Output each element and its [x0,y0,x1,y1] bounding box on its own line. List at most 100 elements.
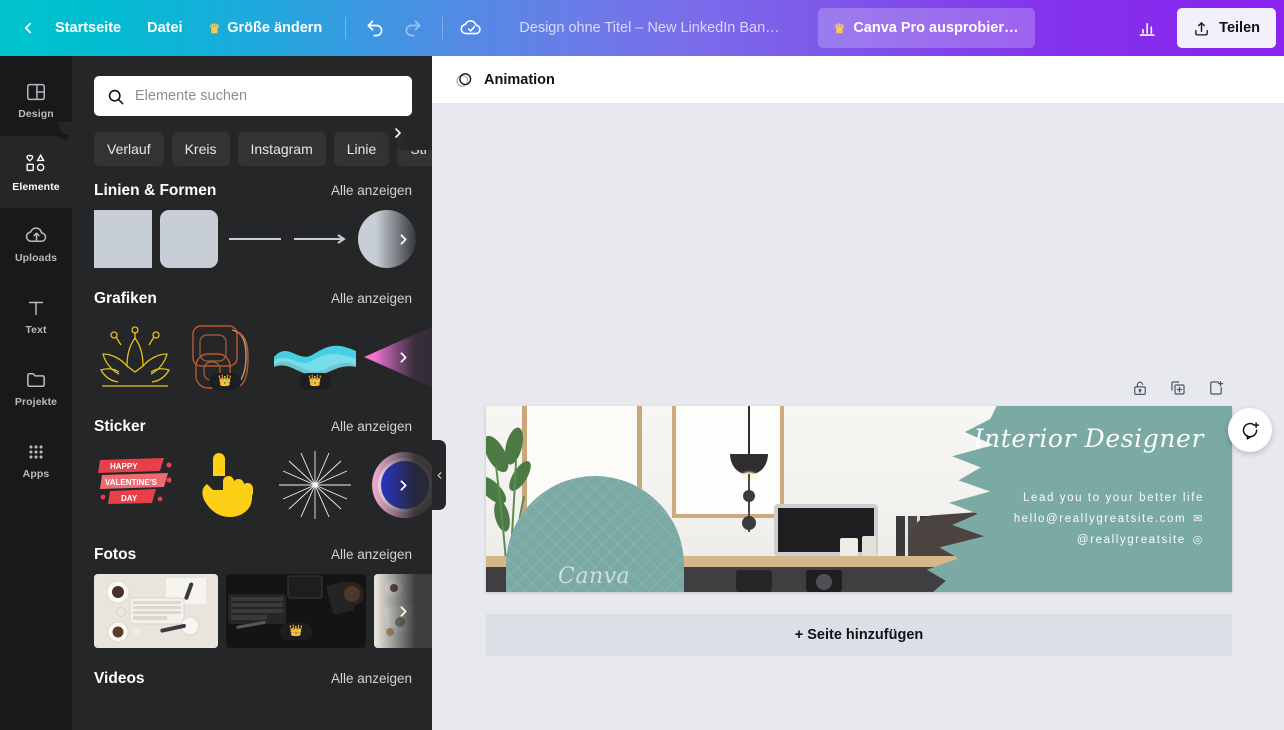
section-row-fotos: 👑 [72,574,432,648]
design-tagline: Lead you to your better life [1023,492,1204,504]
share-label: Teilen [1219,20,1260,36]
canva-watermark: Canva [558,564,631,589]
file-label: Datei [147,20,183,36]
resize-label: Größe ändern [227,20,323,36]
top-bar: Startseite Datei ♛ Größe ändern Design o… [0,0,1284,56]
sidebar-item-uploads[interactable]: Uploads [0,208,72,280]
next-button-lines-shapes[interactable] [390,226,416,252]
see-all-sticker[interactable]: Alle anzeigen [331,419,412,434]
element-tile-lotus-line-art[interactable] [94,318,176,396]
chips-next-button[interactable] [386,121,410,145]
next-button-grafiken[interactable] [390,344,416,370]
element-tile-photo-light-desk[interactable] [94,574,218,648]
chip-verlauf[interactable]: Verlauf [94,132,164,166]
top-bar-right-group: Teilen [1129,8,1276,48]
section-title: Sticker [94,418,146,435]
next-button-fotos[interactable] [390,598,416,624]
undo-button[interactable] [358,11,392,45]
next-button-sticker[interactable] [390,472,416,498]
share-button[interactable]: Teilen [1177,8,1276,48]
document-title[interactable]: Design ohne Titel – New LinkedIn Ban… [509,13,789,43]
search-box[interactable] [94,76,412,116]
sidebar-item-label: Uploads [14,252,58,264]
sidebar-item-projekte[interactable]: Projekte [0,352,72,424]
add-page-label: + Seite hinzufügen [794,627,924,643]
pro-badge: 👑 [280,622,312,640]
try-canva-pro-button[interactable]: ♛ Canva Pro ausprobier… [817,8,1035,48]
lock-page-button[interactable] [1125,373,1155,403]
pendant-lamp-joint-1 [743,490,755,502]
chevron-right-icon [400,605,406,617]
section-header-sticker: Sticker Alle anzeigen [72,418,432,436]
chevron-left-icon [24,22,32,34]
redo-button[interactable] [396,11,430,45]
photo-light-desk [94,574,218,648]
sidebar-item-apps[interactable]: Apps [0,424,72,496]
element-tile-photo-dark-desk[interactable]: 👑 [226,574,366,648]
add-page-bar[interactable]: + Seite hinzufügen [486,614,1232,656]
chevron-right-icon [395,128,401,138]
element-tile-blue-wave[interactable]: 👑 [274,318,356,396]
element-tile-scribble-doodle[interactable]: 👑 [184,318,266,396]
sparkle-burst-icon [279,451,351,519]
home-label: Startseite [55,20,122,36]
resize-button[interactable]: ♛ Größe ändern [196,11,336,45]
element-tile-valentines-banner[interactable]: HAPPY VALENTINE'S DAY [94,446,176,524]
cloud-save-status[interactable] [455,11,489,45]
speaker-bottom-right-cone [816,574,832,590]
add-comment-button[interactable] [1228,408,1272,452]
left-rail: Design Elemente Uploads Text Projekte Ap… [0,56,72,730]
bar-chart-icon [1139,23,1155,36]
undo-icon [367,20,383,37]
chip-linie[interactable]: Linie [333,132,390,166]
see-all-grafiken[interactable]: Alle anzeigen [331,291,412,306]
svg-text:DAY: DAY [121,494,138,503]
toolbar-divider-1 [345,17,347,39]
search-area [72,56,432,116]
design-page[interactable]: Canva Interior Designer Lead you to your… [486,406,1232,592]
see-all-videos[interactable]: Alle anzeigen [331,671,412,686]
animation-button[interactable]: Animation [446,63,563,97]
element-tile-sparkle-burst[interactable] [274,446,356,524]
canvas-toolbar: Animation [432,56,1284,104]
duplicate-page-button[interactable] [1163,373,1193,403]
chevron-left-icon [437,471,441,479]
cloud-saved-icon [460,20,482,35]
see-all-lines-shapes[interactable]: Alle anzeigen [331,183,412,198]
section-title: Linien & Formen [94,182,217,199]
element-tile-yellow-hand[interactable] [184,446,266,524]
file-menu-button[interactable]: Datei [134,11,195,45]
search-input[interactable] [135,88,400,104]
insights-button[interactable] [1131,11,1165,45]
back-button[interactable] [14,14,42,42]
chip-instagram[interactable]: Instagram [237,132,326,166]
canvas-scroll-area[interactable]: Canva Interior Designer Lead you to your… [432,104,1284,730]
sidebar-item-text[interactable]: Text [0,280,72,352]
design-email: hello@reallygreatsite.com [1013,513,1187,525]
pendant-lamp-cord [748,406,750,456]
section-title: Fotos [94,546,137,563]
pendant-lamp-joint-2 [742,516,756,530]
element-tile-square[interactable] [94,210,152,268]
envelope-icon: ✉ [1193,513,1204,525]
layout-icon [27,83,45,100]
section-header-grafiken: Grafiken Alle anzeigen [72,290,432,308]
section-header-lines-shapes: Linien & Formen Alle anzeigen [72,182,432,200]
folder-icon [26,372,45,387]
sidebar-item-elemente[interactable]: Elemente [0,136,72,208]
element-tile-arrow[interactable] [292,210,350,268]
see-all-fotos[interactable]: Alle anzeigen [331,547,412,562]
chevron-right-icon [400,351,406,363]
home-button[interactable]: Startseite [42,11,134,45]
element-sections: Linien & Formen Alle anzeigen Grafiken A… [72,166,432,688]
animation-label: Animation [484,71,555,88]
chevron-right-icon [400,233,406,245]
grid-apps-icon [29,444,43,459]
chip-kreis[interactable]: Kreis [171,132,230,166]
svg-text:HAPPY: HAPPY [110,462,138,471]
element-tile-rounded-square[interactable] [160,210,218,268]
design-handle-row: @reallygreatsite ◎ [1014,530,1204,551]
collapse-panel-handle[interactable] [432,440,446,510]
add-page-button[interactable] [1201,373,1231,403]
element-tile-line[interactable] [226,210,284,268]
